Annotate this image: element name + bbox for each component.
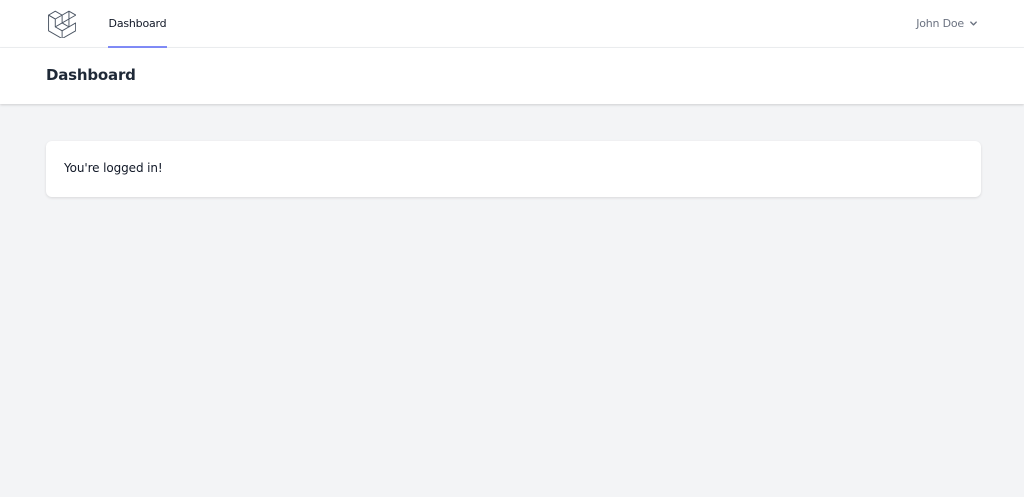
login-status-message: You're logged in! — [64, 161, 163, 175]
user-menu-button[interactable]: John Doe — [916, 0, 978, 46]
dashboard-card: You're logged in! — [46, 141, 981, 197]
chevron-down-icon — [970, 21, 977, 26]
nav-dashboard-link[interactable]: Dashboard — [108, 0, 167, 48]
top-navigation: Dashboard John Doe — [0, 0, 1024, 48]
user-name: John Doe — [916, 16, 964, 30]
laravel-logo-icon[interactable] — [48, 8, 76, 38]
page-title: Dashboard — [46, 66, 136, 84]
page-header: Dashboard — [0, 48, 1024, 104]
